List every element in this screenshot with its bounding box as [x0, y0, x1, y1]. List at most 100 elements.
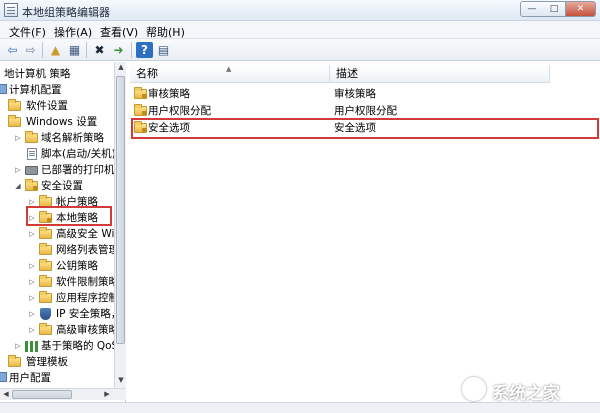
window-title: 本地组策略编辑器	[22, 6, 110, 19]
back-arrow-icon[interactable]: ⇦	[4, 42, 21, 58]
tree-horizontal-scrollbar[interactable]: ◀ ▶	[0, 388, 126, 400]
tree-item-label: Windows 设置	[26, 116, 98, 128]
help-icon[interactable]: ?	[136, 42, 153, 58]
tree-item-label: 已部署的打印机	[41, 164, 115, 176]
watermark-emblem-icon	[462, 377, 486, 401]
local-policy-highlight-box	[26, 206, 112, 226]
scroll-thumb[interactable]	[116, 76, 125, 344]
tree-item-network-list[interactable]: 网络列表管理	[0, 242, 119, 258]
menu-help[interactable]: 帮助(H)	[146, 24, 185, 40]
script-document-icon	[27, 148, 37, 160]
tree-item-label: 安全设置	[41, 180, 83, 192]
tree-item-label: 高级审核策略	[56, 324, 119, 336]
folder-icon	[134, 87, 147, 99]
expand-arrow-icon[interactable]: ▷	[14, 162, 22, 178]
tree-item-scripts[interactable]: 脚本(启动/关机)	[0, 146, 116, 162]
tree-item-public-key[interactable]: ▷ 公钥策略	[0, 258, 114, 274]
expand-arrow-icon[interactable]: ▷	[28, 274, 36, 290]
folder-icon	[8, 355, 21, 367]
scroll-down-arrow-icon[interactable]: ▼	[116, 376, 126, 384]
tree-item-label: 高级安全 Win	[56, 228, 122, 240]
scroll-thumb[interactable]	[12, 390, 72, 399]
tree-item-software-restriction[interactable]: ▷ 软件限制策略	[0, 274, 119, 290]
tree-item-qos-policy[interactable]: ▷ 基于策略的 QoS	[0, 338, 118, 354]
tree-item-computer-config[interactable]: 计算机配置	[0, 82, 114, 98]
delete-icon[interactable]: ✖	[91, 42, 108, 58]
collapse-arrow-icon[interactable]: ◢	[14, 178, 22, 194]
up-folder-icon[interactable]: ▲	[47, 42, 64, 58]
tree-item-advanced-audit[interactable]: ▷ 高级审核策略	[0, 322, 119, 338]
folder-icon	[134, 104, 147, 116]
tree-item-label: 计算机配置	[9, 84, 62, 96]
menu-action[interactable]: 操作(A)	[54, 24, 92, 40]
forward-arrow-icon[interactable]: ⇨	[22, 42, 39, 58]
tree-item-local-computer-policy[interactable]: 地计算机 策略	[0, 66, 114, 82]
ip-security-shield-icon	[40, 308, 51, 320]
computer-icon	[0, 84, 7, 94]
folder-icon	[39, 243, 52, 255]
tree-item-user-config[interactable]: 用户配置	[0, 370, 114, 386]
expand-arrow-icon[interactable]: ▷	[28, 322, 36, 338]
toolbar-separator	[131, 42, 132, 58]
policy-list[interactable]: ▲ 名称 描述 审核策略 审核策略 用户权限分配 用户权限分配 安全选项 安全选…	[130, 62, 600, 402]
menu-view[interactable]: 查看(V)	[100, 24, 138, 40]
tree-item-label: 用户配置	[9, 372, 51, 384]
scroll-right-arrow-icon[interactable]: ▶	[102, 390, 112, 398]
tree-item-label: 软件设置	[26, 100, 68, 112]
tree-item-windows-settings[interactable]: Windows 设置	[0, 114, 114, 130]
sort-arrow-icon: ▲	[226, 65, 232, 73]
watermark-text: 系统之家	[492, 384, 560, 404]
security-folder-icon	[25, 179, 38, 191]
tree-item-app-control[interactable]: ▷ 应用程序控制	[0, 290, 119, 306]
folder-icon	[39, 259, 52, 271]
tree-item-software-settings[interactable]: 软件设置	[0, 98, 114, 114]
folder-icon	[8, 99, 21, 111]
security-options-highlight-box	[131, 118, 599, 139]
tree-item-label: 域名解析策略	[41, 132, 104, 144]
list-item-name: 审核策略	[148, 88, 190, 100]
tree-item-label: 基于策略的 QoS	[41, 340, 119, 352]
tree-item-ip-security[interactable]: ▷ IP 安全策略，	[0, 306, 121, 322]
column-header-name[interactable]: ▲ 名称	[130, 65, 330, 83]
expand-arrow-icon[interactable]: ▷	[14, 338, 22, 354]
folder-icon	[39, 291, 52, 303]
tree-item-admin-templates[interactable]: 管理模板	[0, 354, 114, 370]
column-header-description[interactable]: 描述	[330, 65, 550, 83]
tree-item-label: 应用程序控制	[56, 292, 119, 304]
menu-bar: 文件(F) 操作(A) 查看(V) 帮助(H)	[0, 21, 600, 39]
tree-item-label: 软件限制策略	[56, 276, 119, 288]
toolbar-separator	[86, 42, 87, 58]
folder-icon	[8, 115, 21, 127]
scroll-left-arrow-icon[interactable]: ◀	[1, 390, 11, 398]
column-header-label: 描述	[336, 67, 358, 80]
policy-editor-app-icon	[4, 3, 18, 17]
tree-item-label: 管理模板	[26, 356, 68, 368]
expand-arrow-icon[interactable]: ▷	[14, 130, 22, 146]
expand-arrow-icon[interactable]: ▷	[28, 226, 36, 242]
expand-arrow-icon[interactable]: ▷	[28, 258, 36, 274]
printer-icon	[25, 166, 38, 175]
menu-file[interactable]: 文件(F)	[9, 24, 46, 40]
expand-arrow-icon[interactable]: ▷	[28, 306, 36, 322]
show-hide-tree-icon[interactable]: ▦	[66, 42, 83, 58]
minimize-button[interactable]: —	[520, 1, 544, 17]
tree-item-advanced-firewall[interactable]: ▷ 高级安全 Win	[0, 226, 121, 242]
policy-tree[interactable]: 地计算机 策略 计算机配置 软件设置 Windows 设置 ▷ 域名解析策略 脚…	[0, 62, 126, 402]
list-item-audit-policy[interactable]: 审核策略 审核策略	[130, 86, 600, 103]
toolbar-separator	[42, 42, 43, 58]
close-button[interactable]: ✕	[566, 1, 596, 17]
tree-item-label: IP 安全策略，	[56, 308, 122, 320]
tree-vertical-scrollbar[interactable]: ▲ ▼	[114, 62, 126, 388]
user-config-icon	[0, 372, 7, 382]
scroll-up-arrow-icon[interactable]: ▲	[116, 63, 126, 71]
qos-chart-icon	[25, 341, 38, 352]
tree-item-security-settings[interactable]: ◢ 安全设置	[0, 178, 114, 194]
maximize-button[interactable]: □	[543, 1, 566, 17]
tree-item-dns-policy[interactable]: ▷ 域名解析策略	[0, 130, 114, 146]
tree-item-deployed-printers[interactable]: ▷ 已部署的打印机	[0, 162, 114, 178]
expand-arrow-icon[interactable]: ▷	[28, 290, 36, 306]
folder-icon	[25, 131, 38, 143]
column-header-label: 名称	[136, 67, 158, 80]
export-list-icon[interactable]: ➜	[110, 42, 127, 58]
properties-icon[interactable]: ▤	[155, 42, 172, 58]
